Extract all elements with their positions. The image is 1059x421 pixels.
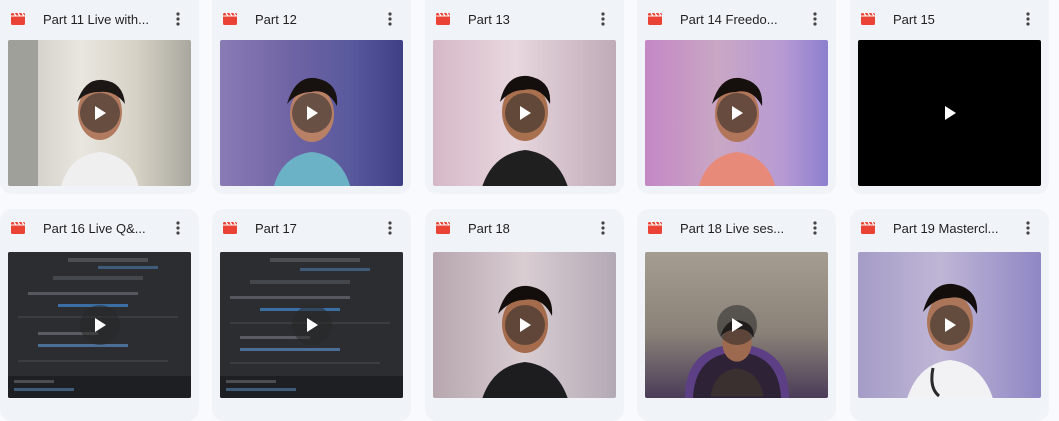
more-options-button[interactable] xyxy=(167,8,189,30)
file-title[interactable]: Part 11 Live with... xyxy=(43,11,163,29)
play-button[interactable] xyxy=(716,93,757,133)
play-button[interactable] xyxy=(79,93,120,133)
more-vert-icon xyxy=(388,221,392,235)
file-title[interactable]: Part 18 xyxy=(468,220,588,238)
file-card-part-16[interactable]: Part 16 Live Q&... xyxy=(0,209,199,421)
video-thumbnail[interactable] xyxy=(8,40,191,186)
video-file-icon xyxy=(223,221,237,234)
file-card-part-18[interactable]: Part 18 xyxy=(425,209,624,421)
play-button[interactable] xyxy=(504,93,545,133)
file-title[interactable]: Part 14 Freedo... xyxy=(680,11,800,29)
video-file-icon xyxy=(861,221,875,234)
file-title[interactable]: Part 13 xyxy=(468,11,588,29)
play-button[interactable] xyxy=(79,305,120,345)
file-card-part-17[interactable]: Part 17 xyxy=(212,209,411,421)
card-header: Part 11 Live with... xyxy=(0,0,199,40)
video-file-icon xyxy=(436,221,450,234)
card-header: Part 18 Live ses... xyxy=(637,209,836,249)
video-file-icon xyxy=(11,12,25,25)
card-header: Part 13 xyxy=(425,0,624,40)
more-options-button[interactable] xyxy=(592,8,614,30)
video-thumbnail[interactable] xyxy=(645,252,828,398)
video-file-icon xyxy=(861,12,875,25)
play-icon xyxy=(519,106,531,120)
play-icon xyxy=(944,106,956,120)
play-button[interactable] xyxy=(291,305,332,345)
play-icon xyxy=(519,318,531,332)
card-header: Part 12 xyxy=(212,0,411,40)
card-header: Part 16 Live Q&... xyxy=(0,209,199,249)
more-options-button[interactable] xyxy=(1017,217,1039,239)
play-button[interactable] xyxy=(929,305,970,345)
more-vert-icon xyxy=(813,12,817,26)
file-card-part-15[interactable]: Part 15 xyxy=(850,0,1049,194)
file-title[interactable]: Part 15 xyxy=(893,11,1013,29)
file-grid: Part 11 Live with... Part 12 Part 13 Par… xyxy=(0,0,1059,421)
video-file-icon xyxy=(648,12,662,25)
more-vert-icon xyxy=(1026,221,1030,235)
video-file-icon xyxy=(648,221,662,234)
play-button[interactable] xyxy=(504,305,545,345)
more-options-button[interactable] xyxy=(379,8,401,30)
card-header: Part 14 Freedo... xyxy=(637,0,836,40)
more-options-button[interactable] xyxy=(1017,8,1039,30)
video-file-icon xyxy=(436,12,450,25)
file-card-part-18-live[interactable]: Part 18 Live ses... xyxy=(637,209,836,421)
file-card-part-19[interactable]: Part 19 Mastercl... xyxy=(850,209,1049,421)
more-vert-icon xyxy=(388,12,392,26)
more-vert-icon xyxy=(1026,12,1030,26)
play-icon xyxy=(306,318,318,332)
play-icon xyxy=(94,318,106,332)
video-thumbnail[interactable] xyxy=(8,252,191,398)
video-file-icon xyxy=(11,221,25,234)
file-title[interactable]: Part 12 xyxy=(255,11,375,29)
video-thumbnail[interactable] xyxy=(858,252,1041,398)
video-thumbnail[interactable] xyxy=(433,40,616,186)
card-header: Part 19 Mastercl... xyxy=(850,209,1049,249)
video-thumbnail[interactable] xyxy=(433,252,616,398)
card-header: Part 17 xyxy=(212,209,411,249)
more-vert-icon xyxy=(601,12,605,26)
file-title[interactable]: Part 18 Live ses... xyxy=(680,220,800,238)
file-card-part-13[interactable]: Part 13 xyxy=(425,0,624,194)
play-button[interactable] xyxy=(291,93,332,133)
more-vert-icon xyxy=(176,12,180,26)
file-title[interactable]: Part 19 Mastercl... xyxy=(893,220,1013,238)
play-icon xyxy=(944,318,956,332)
play-icon xyxy=(306,106,318,120)
thumb-background-shape xyxy=(8,40,38,186)
video-thumbnail[interactable] xyxy=(220,40,403,186)
more-vert-icon xyxy=(813,221,817,235)
play-icon xyxy=(94,106,106,120)
more-options-button[interactable] xyxy=(379,217,401,239)
video-thumbnail[interactable] xyxy=(220,252,403,398)
file-card-part-11[interactable]: Part 11 Live with... xyxy=(0,0,199,194)
more-options-button[interactable] xyxy=(804,8,826,30)
video-thumbnail[interactable] xyxy=(645,40,828,186)
file-card-part-12[interactable]: Part 12 xyxy=(212,0,411,194)
play-icon xyxy=(731,106,743,120)
file-card-part-14[interactable]: Part 14 Freedo... xyxy=(637,0,836,194)
more-vert-icon xyxy=(601,221,605,235)
video-file-icon xyxy=(223,12,237,25)
card-header: Part 18 xyxy=(425,209,624,249)
more-options-button[interactable] xyxy=(592,217,614,239)
more-options-button[interactable] xyxy=(167,217,189,239)
play-icon xyxy=(731,318,743,332)
card-header: Part 15 xyxy=(850,0,1049,40)
more-vert-icon xyxy=(176,221,180,235)
play-button[interactable] xyxy=(930,93,970,133)
more-options-button[interactable] xyxy=(804,217,826,239)
file-title[interactable]: Part 17 xyxy=(255,220,375,238)
video-thumbnail[interactable] xyxy=(858,40,1041,186)
file-title[interactable]: Part 16 Live Q&... xyxy=(43,220,163,238)
play-button[interactable] xyxy=(716,305,757,345)
